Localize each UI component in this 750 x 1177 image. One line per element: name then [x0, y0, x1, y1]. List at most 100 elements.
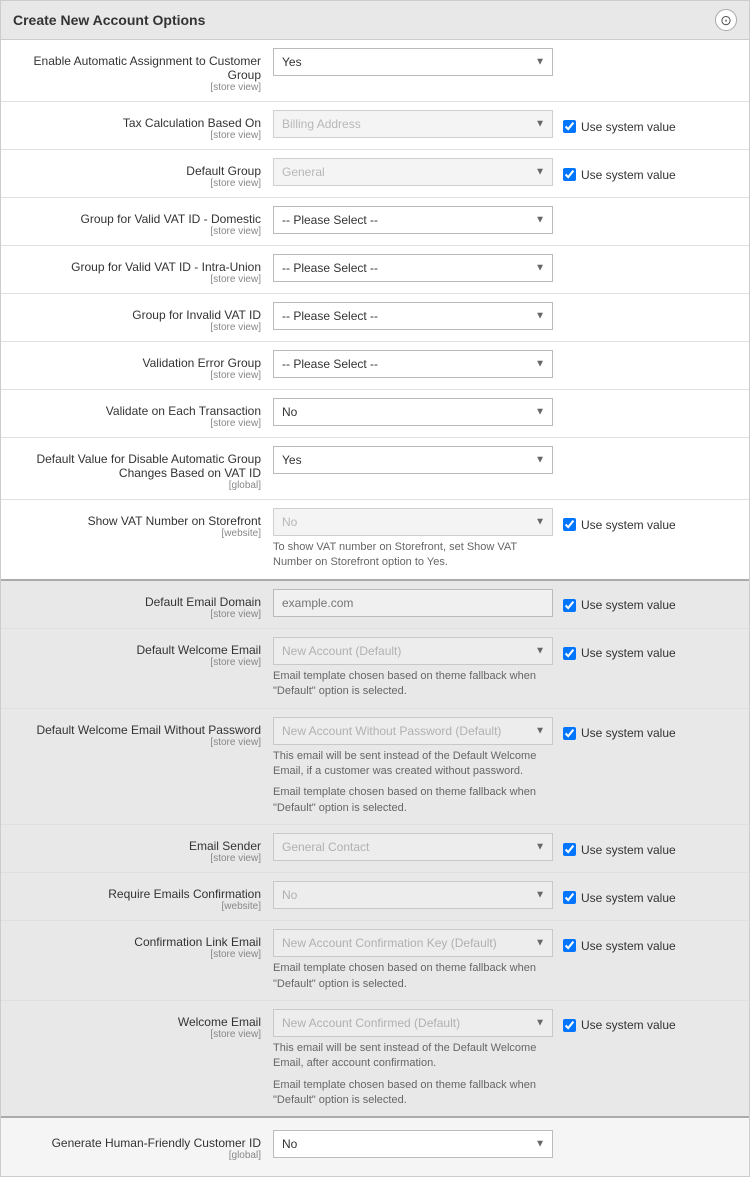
select-wrapper-enable-auto-assign: Yes No ▼ [273, 48, 553, 76]
form-row-tax-calc: Tax Calculation Based On [store view] Bi… [1, 102, 749, 150]
control-email-sender: General Contact ▼ Use system value [273, 833, 737, 861]
system-value-confirmation-link-email: Use system value [563, 934, 676, 953]
control-validate-each-transaction: No Yes ▼ [273, 398, 737, 426]
select-wrapper-validation-error-group: -- Please Select -- ▼ [273, 350, 553, 378]
input-default-email-domain[interactable] [273, 589, 553, 617]
form-row-require-emails-confirmation: Require Emails Confirmation [website] No… [1, 873, 749, 921]
label-welcome-email-no-password: Default Welcome Email Without Password [… [13, 717, 273, 748]
system-value-checkbox-show-vat-storefront[interactable] [563, 518, 576, 531]
system-value-email-sender: Use system value [563, 838, 676, 857]
system-value-require-emails-confirmation: Use system value [563, 886, 676, 905]
hint-welcome-email-2: Email template chosen based on theme fal… [273, 1078, 553, 1109]
form-row-email-sender: Email Sender [store view] General Contac… [1, 825, 749, 873]
label-confirmation-link-email: Confirmation Link Email [store view] [13, 929, 273, 960]
control-default-group: General ▼ Use system value [273, 158, 737, 186]
select-show-vat-storefront[interactable]: No [273, 508, 553, 536]
vat-section: Enable Automatic Assignment to Customer … [1, 40, 749, 579]
form-row-invalid-vat: Group for Invalid VAT ID [store view] --… [1, 294, 749, 342]
form-row-welcome-email: Welcome Email [store view] New Account C… [1, 1001, 749, 1117]
hint-confirmation-link-email: Email template chosen based on theme fal… [273, 961, 553, 992]
system-value-show-vat-storefront: Use system value [563, 513, 676, 532]
hint-default-welcome-email: Email template chosen based on theme fal… [273, 669, 553, 700]
control-valid-vat-domestic: -- Please Select -- ▼ [273, 206, 737, 234]
form-row-confirmation-link-email: Confirmation Link Email [store view] New… [1, 921, 749, 1001]
select-valid-vat-intra[interactable]: -- Please Select -- [273, 254, 553, 282]
control-default-welcome-email: New Account (Default) ▼ Use system value… [273, 637, 737, 700]
select-wrapper-email-sender: General Contact ▼ [273, 833, 553, 861]
panel-header: Create New Account Options ⊙ [1, 1, 749, 40]
system-value-checkbox-welcome-email[interactable] [563, 647, 576, 660]
select-welcome-email[interactable]: New Account Confirmed (Default) [273, 1009, 553, 1037]
control-welcome-email-no-password: New Account Without Password (Default) ▼… [273, 717, 737, 817]
label-validate-each-transaction: Validate on Each Transaction [store view… [13, 398, 273, 429]
system-value-checkbox-require-emails-confirmation[interactable] [563, 891, 576, 904]
select-wrapper-tax-calc: Billing Address ▼ [273, 110, 553, 138]
control-enable-auto-assign: Yes No ▼ [273, 48, 737, 76]
system-value-default-email-domain: Use system value [563, 593, 676, 612]
select-validation-error-group[interactable]: -- Please Select -- [273, 350, 553, 378]
select-wrapper-valid-vat-intra: -- Please Select -- ▼ [273, 254, 553, 282]
select-default-group[interactable]: General [273, 158, 553, 186]
form-row-default-welcome-email: Default Welcome Email [store view] New A… [1, 629, 749, 709]
control-default-email-domain: Use system value [273, 589, 737, 617]
system-value-checkbox-email-domain[interactable] [563, 599, 576, 612]
system-value-checkbox-default-group[interactable] [563, 168, 576, 181]
select-confirmation-link-email[interactable]: New Account Confirmation Key (Default) [273, 929, 553, 957]
control-show-vat-storefront: No ▼ Use system value To show VAT number… [273, 508, 737, 571]
control-welcome-email: New Account Confirmed (Default) ▼ Use sy… [273, 1009, 737, 1109]
panel-title: Create New Account Options [13, 12, 205, 28]
form-row-validate-each-transaction: Validate on Each Transaction [store view… [1, 390, 749, 438]
select-wrapper-require-emails-confirmation: No ▼ [273, 881, 553, 909]
select-invalid-vat[interactable]: -- Please Select -- [273, 302, 553, 330]
hint-welcome-email-1: This email will be sent instead of the D… [273, 1041, 553, 1072]
system-value-checkbox-confirmation-link-email[interactable] [563, 939, 576, 952]
email-section: Default Email Domain [store view] Use sy… [1, 579, 749, 1117]
control-generate-human-friendly-id: No Yes ▼ [273, 1130, 737, 1158]
form-row-generate-human-friendly-id: Generate Human-Friendly Customer ID [glo… [13, 1126, 737, 1168]
select-wrapper-show-vat-storefront: No ▼ [273, 508, 553, 536]
system-value-default-group: Use system value [563, 163, 676, 182]
select-wrapper-welcome-email-no-password: New Account Without Password (Default) ▼ [273, 717, 553, 745]
label-validation-error-group: Validation Error Group [store view] [13, 350, 273, 381]
hint-show-vat-storefront: To show VAT number on Storefront, set Sh… [273, 540, 553, 571]
label-invalid-vat: Group for Invalid VAT ID [store view] [13, 302, 273, 333]
collapse-button[interactable]: ⊙ [715, 9, 737, 31]
select-enable-auto-assign[interactable]: Yes No [273, 48, 553, 76]
system-value-welcome-email-no-password: Use system value [563, 721, 676, 740]
label-email-sender: Email Sender [store view] [13, 833, 273, 864]
system-value-checkbox-welcome-email-no-password[interactable] [563, 727, 576, 740]
select-wrapper-confirmation-link-email: New Account Confirmation Key (Default) ▼ [273, 929, 553, 957]
form-row-default-group: Default Group [store view] General ▼ Use… [1, 150, 749, 198]
select-valid-vat-domestic[interactable]: -- Please Select -- [273, 206, 553, 234]
select-default-welcome-email[interactable]: New Account (Default) [273, 637, 553, 665]
select-tax-calc[interactable]: Billing Address [273, 110, 553, 138]
form-row-show-vat-storefront: Show VAT Number on Storefront [website] … [1, 500, 749, 579]
label-valid-vat-domestic: Group for Valid VAT ID - Domestic [store… [13, 206, 273, 237]
label-welcome-email: Welcome Email [store view] [13, 1009, 273, 1040]
select-wrapper-default-disable-auto-group: Yes No ▼ [273, 446, 553, 474]
label-default-email-domain: Default Email Domain [store view] [13, 589, 273, 620]
create-new-account-options-panel: Create New Account Options ⊙ Enable Auto… [0, 0, 750, 1177]
label-default-group: Default Group [store view] [13, 158, 273, 189]
select-wrapper-validate-each-transaction: No Yes ▼ [273, 398, 553, 426]
select-wrapper-valid-vat-domestic: -- Please Select -- ▼ [273, 206, 553, 234]
control-default-disable-auto-group: Yes No ▼ [273, 446, 737, 474]
label-default-welcome-email: Default Welcome Email [store view] [13, 637, 273, 668]
select-email-sender[interactable]: General Contact [273, 833, 553, 861]
select-require-emails-confirmation[interactable]: No [273, 881, 553, 909]
select-wrapper-invalid-vat: -- Please Select -- ▼ [273, 302, 553, 330]
system-value-checkbox-tax-calc[interactable] [563, 120, 576, 133]
select-wrapper-generate-human-friendly-id: No Yes ▼ [273, 1130, 553, 1158]
select-generate-human-friendly-id[interactable]: No Yes [273, 1130, 553, 1158]
select-default-disable-auto-group[interactable]: Yes No [273, 446, 553, 474]
form-row-default-disable-auto-group: Default Value for Disable Automatic Grou… [1, 438, 749, 500]
control-tax-calc: Billing Address ▼ Use system value [273, 110, 737, 138]
select-welcome-email-no-password[interactable]: New Account Without Password (Default) [273, 717, 553, 745]
select-wrapper-welcome-email: New Account Confirmed (Default) ▼ [273, 1009, 553, 1037]
form-row-enable-auto-assign: Enable Automatic Assignment to Customer … [1, 40, 749, 102]
system-value-checkbox-email-sender[interactable] [563, 843, 576, 856]
select-wrapper-default-welcome-email: New Account (Default) ▼ [273, 637, 553, 665]
form-row-default-email-domain: Default Email Domain [store view] Use sy… [1, 581, 749, 629]
control-require-emails-confirmation: No ▼ Use system value [273, 881, 737, 909]
select-validate-each-transaction[interactable]: No Yes [273, 398, 553, 426]
